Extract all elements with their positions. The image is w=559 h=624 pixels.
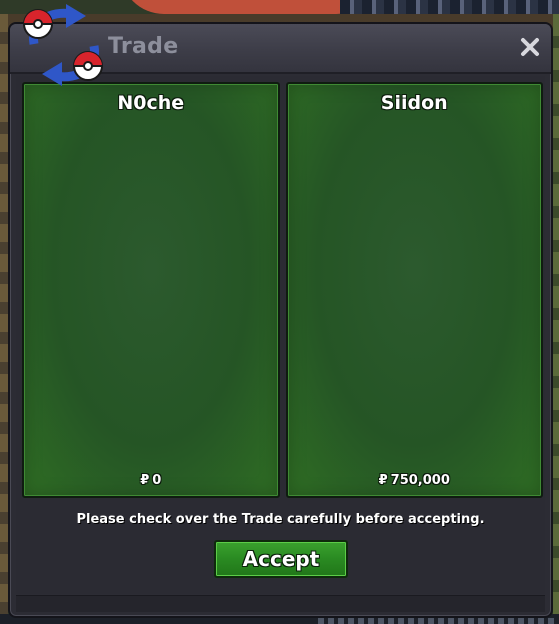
trade-panel-left[interactable]: N0che ₽0 [22, 82, 280, 498]
background-right-edge [553, 14, 559, 624]
trade-panels: N0che ₽0 Siidon ₽750,000 [22, 82, 543, 498]
money-amount-right: 750,000 [390, 473, 450, 488]
money-offer-left: ₽0 [24, 473, 278, 488]
accept-button[interactable]: Accept [214, 540, 348, 578]
trader-name-right: Siidon [380, 92, 448, 114]
trader-name-left: N0che [117, 92, 185, 114]
trade-panel-right[interactable]: Siidon ₽750,000 [285, 82, 543, 498]
close-button[interactable] [515, 32, 545, 62]
trade-window: Trade N0che ₽0 Siidon ₽ 750,000 Please c… [8, 4, 553, 618]
currency-icon: ₽ [378, 473, 388, 488]
trade-swap-icon [23, 4, 103, 86]
window-body: N0che ₽0 Siidon ₽750,000 Please check ov… [16, 76, 545, 594]
background-left-edge [0, 14, 8, 624]
window-footer [16, 595, 545, 612]
window-title: Trade [108, 34, 179, 59]
money-amount-left: 0 [152, 473, 162, 488]
money-offer-right: ₽750,000 [288, 473, 542, 488]
background-tiles [340, 0, 559, 14]
close-icon [521, 38, 539, 56]
currency-icon: ₽ [140, 473, 150, 488]
background-bottom-hud [318, 618, 558, 624]
trade-notice: Please check over the Trade carefully be… [76, 512, 485, 527]
